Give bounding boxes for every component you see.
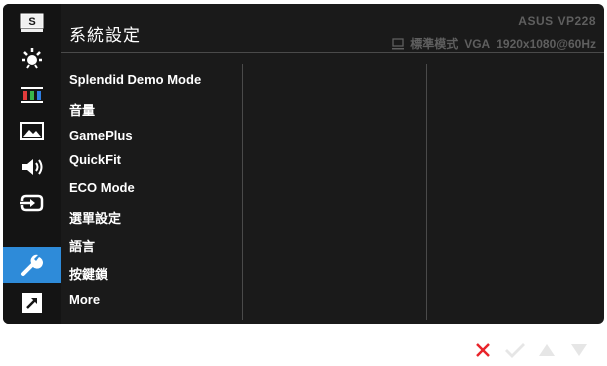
system-setup-icon [21,254,43,276]
page-title: 系統設定 [69,26,141,45]
column-divider-2 [426,64,427,320]
input-source: VGA [464,36,491,51]
osd-panel: S 系統設定 ASUS VP228 標準模式 VGA 1920x1080@60H… [3,4,604,324]
sound-icon [22,159,43,175]
sidebar-item-shortcut[interactable] [3,286,61,320]
sidebar-item-image[interactable] [3,114,61,148]
monitor-model: ASUS VP228 [518,14,596,28]
sidebar: S [3,4,61,324]
down-arrow-icon [571,344,587,356]
menu-item-more[interactable]: More [69,292,100,307]
sidebar-item-color[interactable] [3,78,61,112]
blue-light-filter-icon [22,48,42,69]
up-button[interactable] [531,336,563,364]
menu-item-eco-mode[interactable]: ECO Mode [69,180,135,195]
sidebar-item-blue-light-filter[interactable] [3,42,61,76]
shortcut-icon [22,293,42,313]
splendid-icon: S [20,13,44,32]
sidebar-item-system-setup[interactable] [3,247,61,283]
sidebar-item-input-select[interactable] [3,186,61,220]
input-select-icon [20,194,44,212]
menu-item-gameplus[interactable]: GamePlus [69,128,133,143]
column-divider-1 [242,64,243,320]
image-icon [20,122,44,140]
header-divider [61,52,604,53]
check-icon [505,343,525,358]
sidebar-item-sound[interactable] [3,150,61,184]
menu-item-osd-setup[interactable]: 選單設定 [69,208,121,227]
menu-item-quickfit[interactable]: QuickFit [69,152,121,167]
close-icon [476,343,490,357]
close-button[interactable] [467,336,499,364]
confirm-button[interactable] [499,336,531,364]
color-icon [21,87,43,103]
splendid-icon-letter: S [28,16,35,28]
resolution: 1920x1080@60Hz [496,36,596,51]
menu-item-splendid-demo-mode[interactable]: Splendid Demo Mode [69,72,201,87]
menu-item-key-lock[interactable]: 按鍵鎖 [69,264,108,283]
sidebar-item-splendid[interactable]: S [3,6,61,40]
monitor-icon [392,37,405,49]
navigation-bar [467,336,595,364]
down-button[interactable] [563,336,595,364]
menu-item-language[interactable]: 語言 [69,236,95,255]
status-line: 標準模式 VGA 1920x1080@60Hz [392,35,596,52]
preset-mode: 標準模式 [410,37,459,51]
up-arrow-icon [539,344,555,356]
menu-item-volume[interactable]: 音量 [69,100,95,119]
